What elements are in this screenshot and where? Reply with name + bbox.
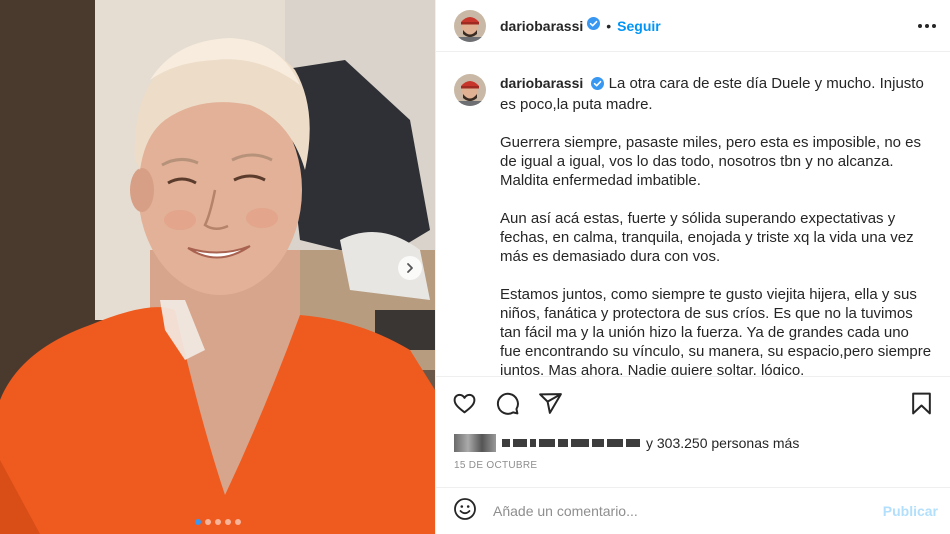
carousel-dot	[194, 519, 201, 525]
caption-avatar[interactable]	[454, 74, 486, 106]
likes-count-text: y 303.250 personas más	[646, 435, 800, 451]
instagram-post-view: dariobarassi • Seguir dariobarassi La ot…	[0, 0, 950, 534]
action-bar	[436, 376, 950, 430]
chevron-right-icon	[407, 263, 413, 273]
separator-dot: •	[606, 17, 612, 34]
carousel-dot	[234, 519, 241, 525]
carousel-indicator	[0, 519, 435, 525]
post-date[interactable]: 15 DE OCTUBRE	[454, 460, 537, 471]
next-slide-button[interactable]	[398, 256, 422, 280]
post-username[interactable]: dariobarassi	[500, 18, 583, 34]
comment-bar: Publicar	[436, 487, 950, 534]
verified-badge-icon	[587, 16, 601, 35]
heart-icon[interactable]	[452, 391, 477, 416]
carousel-dot	[214, 519, 221, 525]
comment-input[interactable]	[493, 503, 883, 519]
caption-text: dariobarassi La otra cara de este día Du…	[500, 74, 932, 375]
caption-paragraph: Guerrera siempre, pasaste miles, pero es…	[500, 134, 922, 189]
emoji-icon[interactable]	[453, 497, 477, 526]
caption-area: dariobarassi La otra cara de este día Du…	[436, 52, 950, 375]
verified-badge-icon	[591, 76, 605, 95]
post-side-panel: dariobarassi • Seguir dariobarassi La ot…	[435, 0, 950, 534]
avatar[interactable]	[454, 9, 486, 42]
avatar-image	[454, 9, 486, 42]
bookmark-icon[interactable]	[909, 391, 934, 416]
caption-paragraph: Aun así acá estas, fuerte y sólida super…	[500, 210, 914, 265]
share-icon[interactable]	[538, 391, 563, 416]
carousel-dot	[204, 519, 211, 525]
liker-avatars-blurred	[454, 434, 496, 452]
liker-names-blurred	[502, 439, 640, 447]
caption-username[interactable]: dariobarassi	[500, 75, 583, 91]
publish-button[interactable]: Publicar	[883, 503, 938, 519]
avatar-image	[454, 74, 486, 106]
post-header: dariobarassi • Seguir	[436, 0, 950, 52]
caption-paragraph: Estamos juntos, como siempre te gusto vi…	[500, 286, 932, 375]
post-photo[interactable]	[0, 0, 435, 534]
carousel-dot	[224, 519, 231, 525]
comment-icon[interactable]	[495, 391, 520, 416]
follow-button[interactable]: Seguir	[617, 18, 661, 34]
photo-illustration	[0, 0, 435, 534]
more-options-icon[interactable]	[918, 23, 936, 28]
likes-summary[interactable]: y 303.250 personas más	[454, 434, 799, 452]
